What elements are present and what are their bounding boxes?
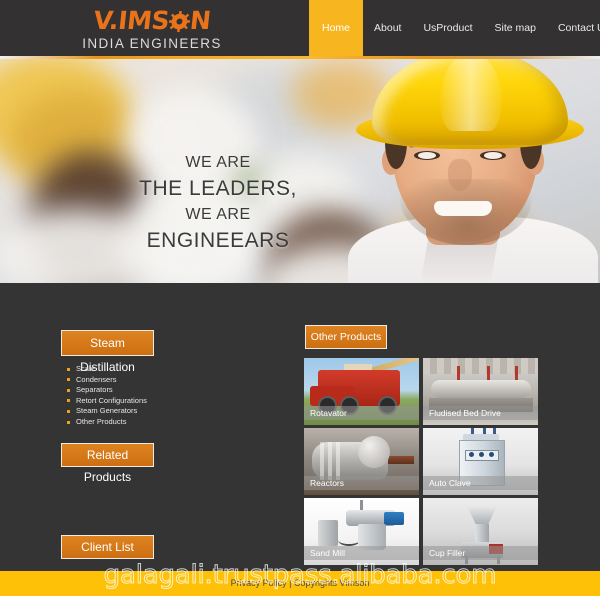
- product-tile-label: Auto Clave: [423, 476, 538, 490]
- sidebar-product-list: Scale Condensers Separators Retort Confi…: [66, 364, 236, 428]
- product-tile-label: Cup Filler: [423, 546, 538, 560]
- website-page: V.IMS N INDIA ENGINEERS Home About UsPro…: [0, 0, 600, 600]
- nav-item-about[interactable]: About: [363, 0, 412, 56]
- sidebar-item-retort-configurations[interactable]: Retort Configurations: [66, 396, 236, 407]
- sidebar-item-scale[interactable]: Scale: [66, 364, 236, 375]
- footer-bottom-edge: [0, 596, 600, 600]
- sidebar-item-condensers[interactable]: Condensers: [66, 375, 236, 386]
- other-products-heading-button[interactable]: Other Products: [305, 325, 387, 349]
- product-tile-fludised-bed-drive[interactable]: Fludised Bed Drive: [423, 358, 538, 425]
- related-products-button[interactable]: Related Products: [61, 443, 154, 484]
- site-logo[interactable]: V.IMS N INDIA ENGINEERS: [61, 6, 244, 51]
- gear-icon: [168, 10, 191, 32]
- hero-line-3: WE ARE: [185, 206, 251, 223]
- main-navigation: Home About UsProduct Site map Contact Us: [309, 0, 600, 56]
- nav-item-usproduct[interactable]: UsProduct: [412, 0, 483, 56]
- product-tile-label: Sand Mill: [304, 546, 419, 560]
- logo-text-part2: N: [188, 6, 212, 35]
- sidebar-item-steam-generators[interactable]: Steam Generators: [66, 406, 236, 417]
- product-tile-rotavator[interactable]: Rotavator: [304, 358, 419, 425]
- product-tile-label: Fludised Bed Drive: [423, 406, 538, 420]
- site-header: V.IMS N INDIA ENGINEERS Home About UsPro…: [0, 0, 600, 56]
- footer-copyright-text[interactable]: Privacy Policy | Copyrights Vimson: [0, 578, 600, 588]
- nav-item-sitemap[interactable]: Site map: [484, 0, 547, 56]
- hero-line-2: THE LEADERS,: [139, 177, 297, 200]
- sidebar-item-other-products[interactable]: Other Products: [66, 417, 236, 428]
- product-grid: Rotavator Fludised Bed Drive Reactors Au…: [304, 358, 552, 565]
- hero-banner: WE ARE THE LEADERS, WE ARE ENGINEEARS: [0, 59, 600, 283]
- product-tile-sand-mill[interactable]: Sand Mill: [304, 498, 419, 565]
- hero-engineer-figure: [330, 59, 600, 283]
- client-list-button[interactable]: Client List: [61, 535, 154, 559]
- nav-item-contactus[interactable]: Contact Us: [547, 0, 600, 56]
- nav-item-home[interactable]: Home: [309, 0, 364, 56]
- logo-wordmark: V.IMS N: [61, 6, 244, 35]
- product-tile-label: Reactors: [304, 476, 419, 490]
- product-tile-auto-clave[interactable]: Auto Clave: [423, 428, 538, 495]
- product-tile-label: Rotavator: [304, 406, 419, 420]
- hero-line-1: WE ARE: [185, 154, 251, 171]
- steam-distillation-button[interactable]: Steam Distillation: [61, 330, 154, 374]
- product-tile-reactors[interactable]: Reactors: [304, 428, 419, 495]
- product-tile-cup-filler[interactable]: Cup Filler: [423, 498, 538, 565]
- logo-text-part1: V.IMS: [92, 6, 171, 35]
- hero-headline: WE ARE THE LEADERS, WE ARE ENGINEEARS: [128, 151, 308, 255]
- sidebar-item-separators[interactable]: Separators: [66, 385, 236, 396]
- hero-line-4: ENGINEEARS: [146, 229, 290, 252]
- logo-tagline: INDIA ENGINEERS: [82, 36, 222, 51]
